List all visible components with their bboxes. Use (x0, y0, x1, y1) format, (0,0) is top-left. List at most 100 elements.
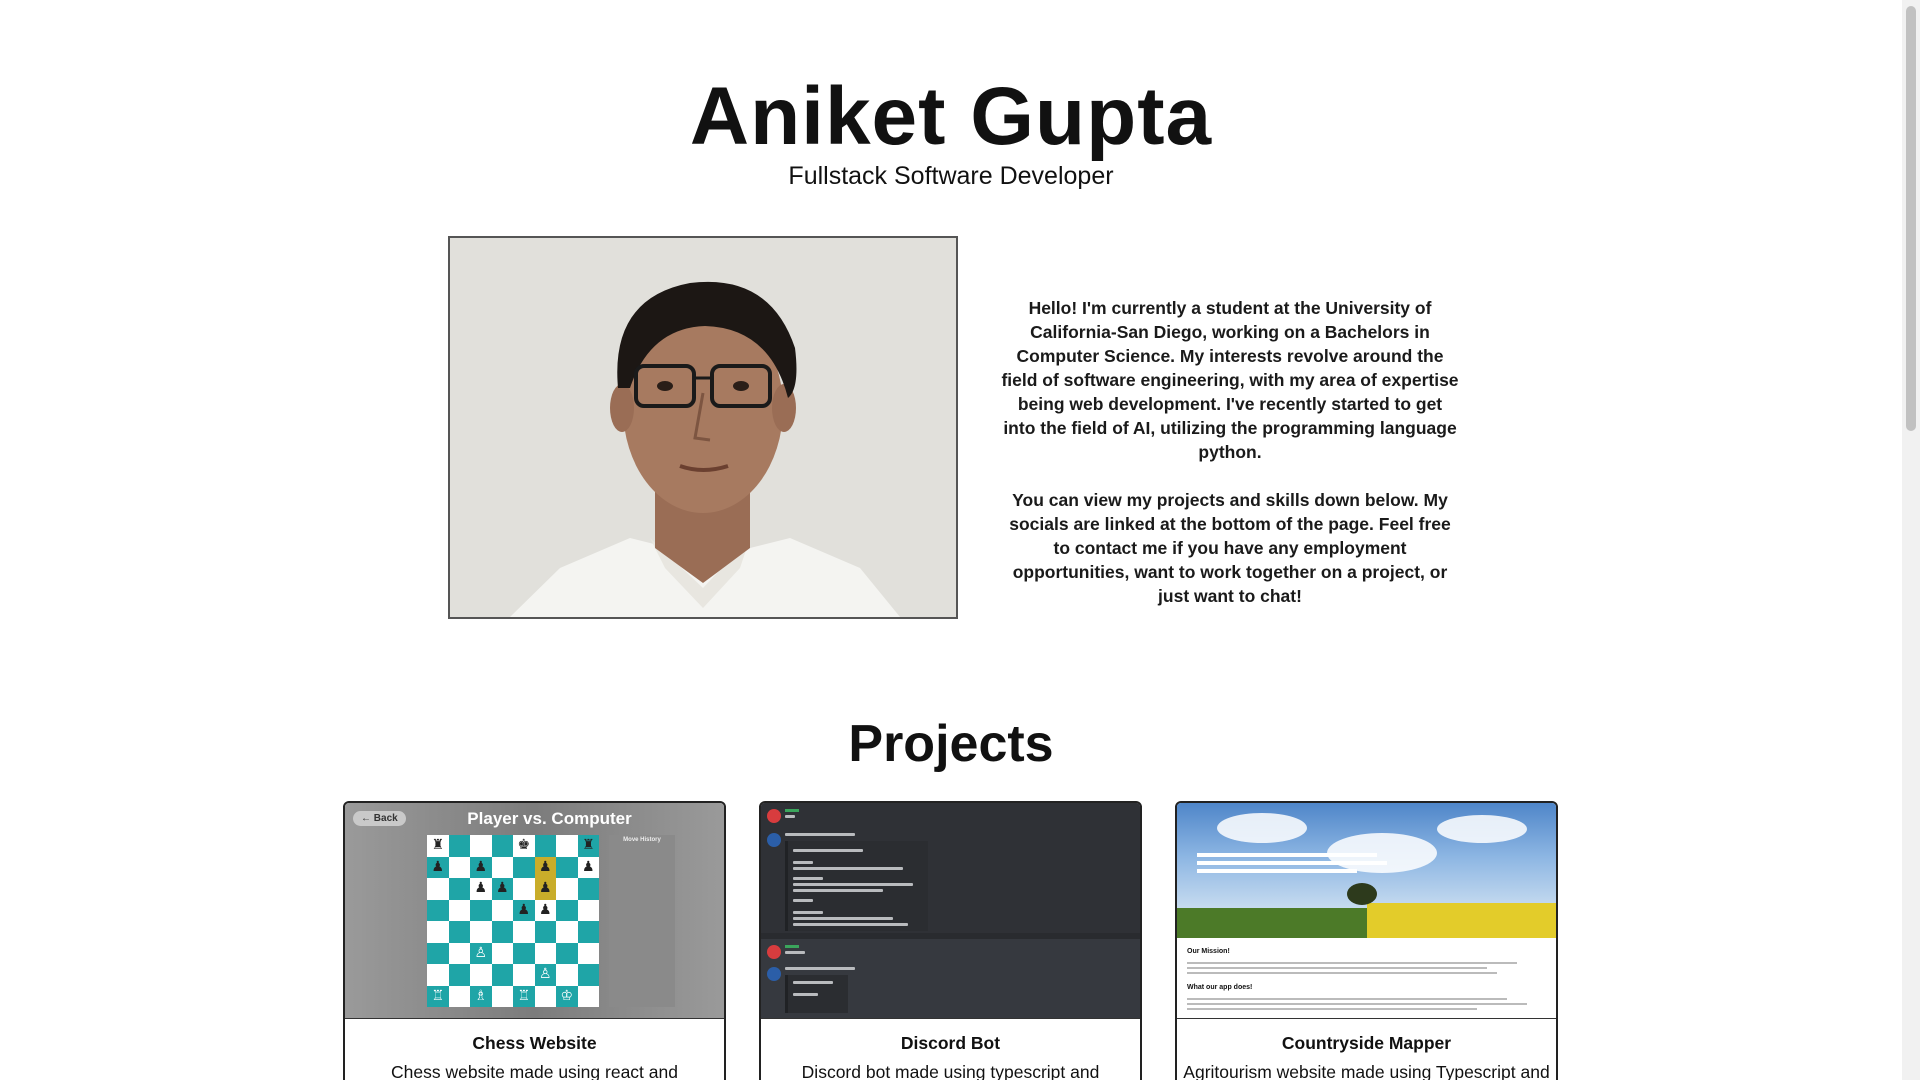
countryside-thumbnail: Our Mission! What our app does! (1177, 803, 1556, 1019)
chess-piece-icon: ♟ (495, 880, 509, 896)
app-description-heading: What our app does! (1187, 984, 1253, 991)
chess-square (577, 985, 599, 1007)
chess-piece-icon: ♟ (538, 858, 552, 875)
bio-paragraph-contact: You can view my projects and skills down… (1009, 490, 1451, 606)
chess-square: ♚ (513, 835, 535, 857)
chess-square: ♟ (534, 856, 556, 878)
chess-piece-icon: ♗ (474, 987, 488, 1004)
chess-square (513, 921, 535, 943)
chess-square: ♖ (513, 985, 535, 1007)
chess-square: ♟ (577, 856, 599, 878)
page-title: Aniket Gupta (689, 71, 1213, 162)
chess-square (534, 985, 556, 1007)
chess-square (556, 942, 578, 964)
bio-text: Hello! I'm currently a student at the Un… (1000, 296, 1460, 632)
chess-square (491, 985, 513, 1007)
chess-square (470, 921, 492, 943)
discord-thumbnail (761, 803, 1140, 1019)
chess-square (513, 878, 535, 900)
chess-square (491, 835, 513, 857)
chess-square (427, 942, 449, 964)
mission-heading: Our Mission! (1187, 948, 1230, 955)
chess-piece-icon: ♜ (431, 837, 445, 853)
chess-piece-icon: ♟ (474, 880, 488, 896)
chess-square (491, 942, 513, 964)
chess-square: ♙ (470, 942, 492, 964)
chess-board: ♜ ♚ ♜ ♟ ♟ ♟ ♟ ♟ ♟ ♟ ♟ ♟ ♙ ♘ ♙ ♙ ♙ ♙ ♖ ♗ ♖ ♔ (427, 835, 599, 1007)
chess-piece-icon: ♙ (474, 966, 488, 982)
project-description: Discord bot made using typescript and di… (801, 1062, 1100, 1080)
scrollbar-thumb[interactable] (1906, 6, 1916, 431)
chess-square (577, 878, 599, 900)
chess-square (491, 899, 513, 921)
chess-square (448, 921, 470, 943)
chess-piece-icon: ♔ (560, 987, 574, 1004)
project-description: Agritourism website made using Typescrip… (1183, 1062, 1550, 1080)
project-card-countryside[interactable]: Our Mission! What our app does! Countrys… (1175, 801, 1558, 1080)
chess-piece-icon: ♘ (538, 944, 552, 961)
chess-piece-icon: ♟ (431, 858, 445, 875)
chess-piece-icon: ♖ (431, 987, 445, 1004)
chess-square (448, 856, 470, 878)
chess-square (448, 878, 470, 900)
chess-square: ♜ (577, 835, 599, 857)
chess-square (534, 835, 556, 857)
page-subtitle: Fullstack Software Developer (788, 162, 1114, 190)
chess-square: ♙ (470, 964, 492, 986)
chess-piece-icon: ♙ (431, 966, 445, 982)
project-card-chess[interactable]: ← Back Player vs. Computer ♜ ♚ ♜ ♟ ♟ ♟ ♟ ♟ ♟ ♟ ♟ ♟ ♙… (343, 801, 726, 1080)
chess-square (513, 964, 535, 986)
chess-square: ♟ (427, 856, 449, 878)
chess-square (448, 985, 470, 1007)
chess-square (448, 942, 470, 964)
chess-square: ♟ (513, 899, 535, 921)
project-description: Chess website made using react and types… (391, 1062, 678, 1080)
chess-square: ♗ (470, 985, 492, 1007)
chess-square: ♙ (534, 964, 556, 986)
chess-square: ♟ (470, 878, 492, 900)
chess-piece-icon: ♙ (538, 966, 552, 982)
chess-square (427, 921, 449, 943)
chess-square (577, 921, 599, 943)
bio-paragraph-intro: Hello! I'm currently a student at the Un… (1001, 298, 1459, 462)
chess-square: ♜ (427, 835, 449, 857)
chess-piece-icon: ♖ (517, 987, 531, 1004)
chess-square (556, 899, 578, 921)
chess-square: ♟ (534, 878, 556, 900)
chess-square (448, 899, 470, 921)
chess-square (556, 856, 578, 878)
chess-square: ♟ (470, 856, 492, 878)
chess-square (513, 856, 535, 878)
profile-photo-image (450, 238, 956, 617)
chess-square (491, 964, 513, 986)
chess-piece-icon: ♙ (560, 966, 574, 982)
chess-square (577, 942, 599, 964)
chess-thumbnail: ← Back Player vs. Computer ♜ ♚ ♜ ♟ ♟ ♟ ♟ ♟ ♟ ♟ ♟ ♟ ♙… (345, 803, 724, 1019)
chess-square (577, 964, 599, 986)
chess-square: ♟ (491, 878, 513, 900)
chess-piece-icon: ♚ (517, 837, 531, 853)
project-title: Chess Website (472, 1033, 597, 1053)
move-history-heading: Move History (623, 837, 661, 843)
chess-square: ♙ (427, 964, 449, 986)
page-scrollbar[interactable] (1902, 0, 1920, 1080)
project-card-discord[interactable]: Discord Bot Discord bot made using types… (759, 801, 1142, 1080)
projects-heading: Projects (848, 715, 1054, 773)
chess-piece-icon: ♟ (538, 880, 552, 896)
chess-square (556, 921, 578, 943)
chess-square (448, 964, 470, 986)
chess-thumbnail-heading: Player vs. Computer (467, 809, 632, 828)
project-title: Countryside Mapper (1281, 1033, 1452, 1053)
chess-square: ♙ (556, 964, 578, 986)
chess-square (513, 942, 535, 964)
chess-square (448, 835, 470, 857)
chess-piece-icon: ♙ (474, 944, 488, 961)
chess-square (556, 878, 578, 900)
chess-piece-icon: ♜ (581, 837, 595, 853)
chess-piece-icon: ♟ (517, 901, 531, 918)
chess-square: ♟ (534, 899, 556, 921)
chess-square (470, 835, 492, 857)
chess-piece-icon: ♟ (474, 858, 488, 875)
chess-piece-icon: ♟ (538, 901, 552, 918)
chess-square (427, 878, 449, 900)
